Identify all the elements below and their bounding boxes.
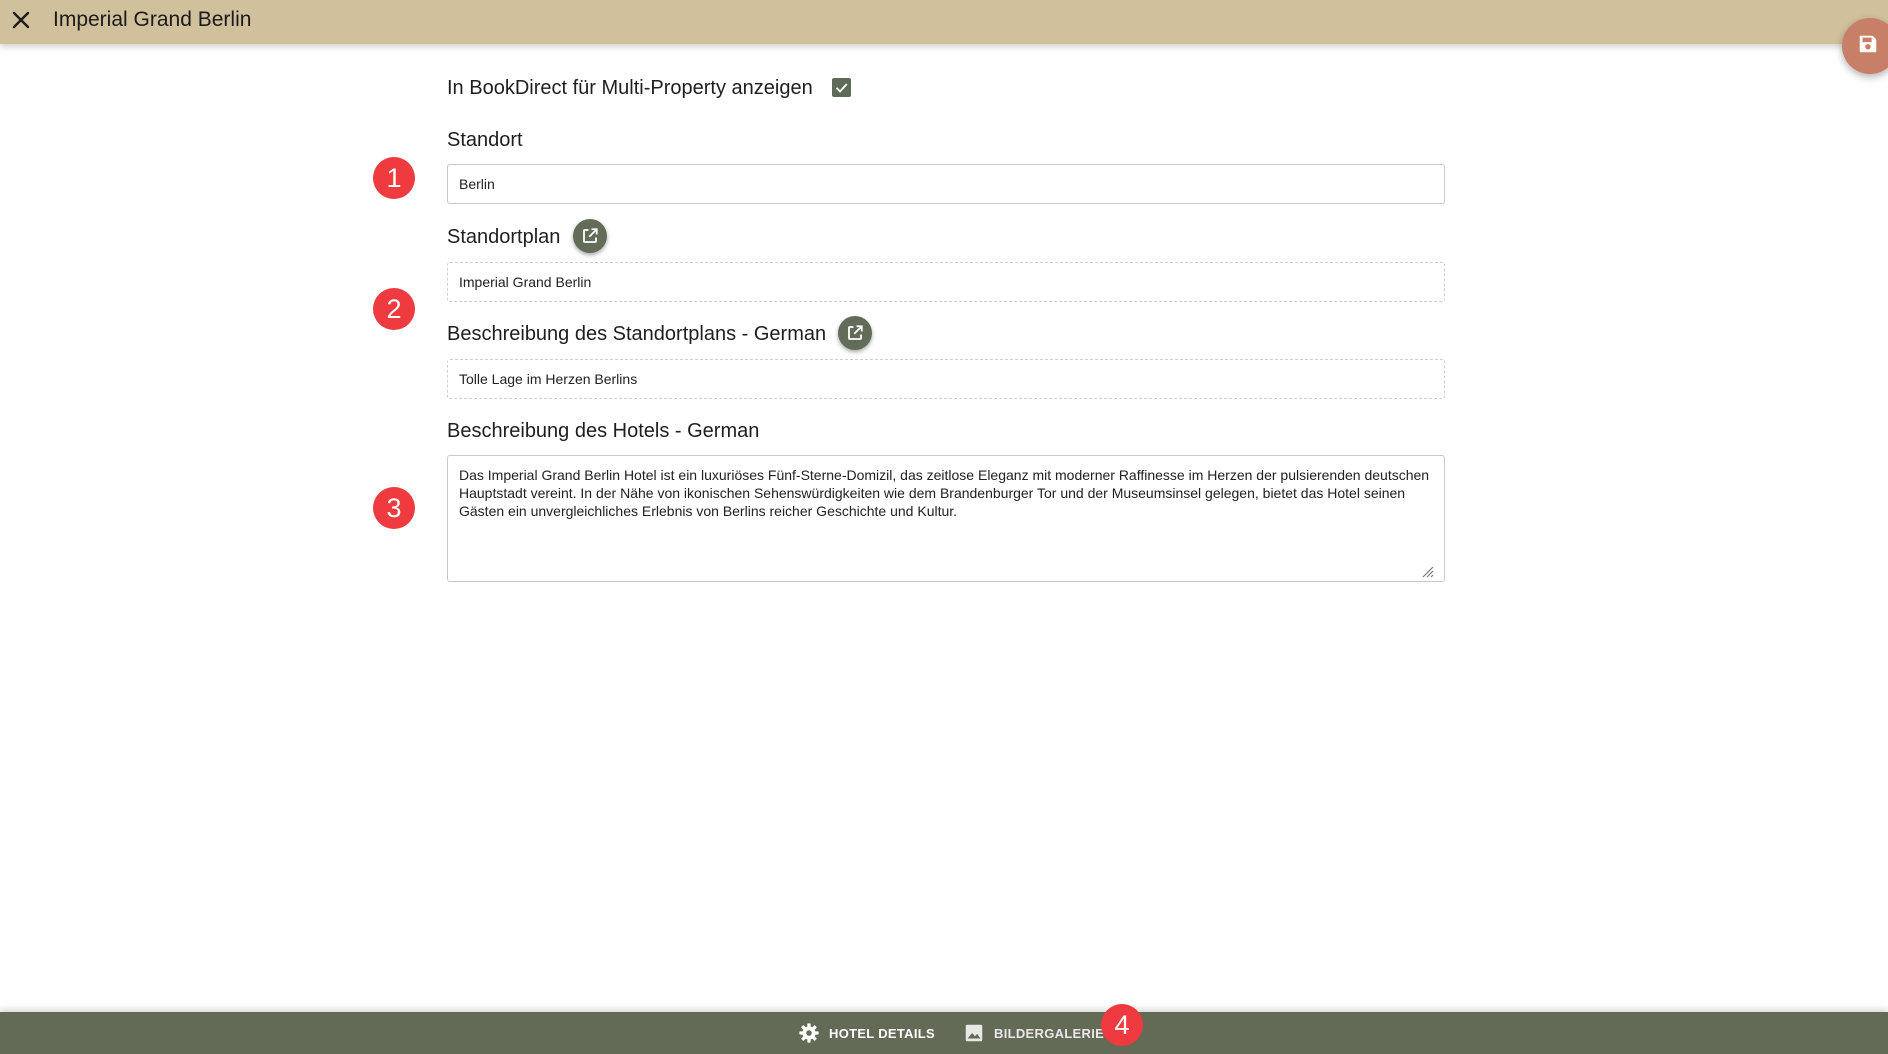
location-plan-description-open-button[interactable]	[838, 316, 872, 350]
save-button[interactable]	[1842, 18, 1888, 74]
tab-bildergalerie-label: BILDERGALERIE	[994, 1025, 1105, 1041]
location-plan-input[interactable]: Imperial Grand Berlin	[447, 262, 1445, 302]
save-icon	[1859, 35, 1877, 53]
close-icon[interactable]	[9, 8, 33, 32]
page-title: Imperial Grand Berlin	[53, 8, 252, 31]
hotel-description-value: Das Imperial Grand Berlin Hotel ist ein …	[459, 467, 1430, 519]
tab-hotel-details[interactable]: HOTEL DETAILS	[798, 1012, 935, 1054]
open-external-icon	[583, 228, 598, 243]
hotel-description-label: Beschreibung des Hotels - German	[447, 420, 760, 442]
tab-bildergalerie[interactable]: BILDERGALERIE	[963, 1012, 1104, 1054]
app-header: Imperial Grand Berlin	[0, 0, 1888, 44]
location-plan-value: Imperial Grand Berlin	[459, 274, 592, 290]
location-plan-label: Standortplan	[447, 226, 561, 248]
tab-hotel-details-label: HOTEL DETAILS	[829, 1025, 935, 1041]
resize-handle-icon[interactable]	[1420, 564, 1434, 578]
hotel-description-textarea[interactable]: Das Imperial Grand Berlin Hotel ist ein …	[447, 455, 1445, 582]
image-icon	[965, 1024, 983, 1042]
multi-property-checkbox[interactable]	[832, 78, 851, 97]
location-plan-open-button[interactable]	[573, 219, 607, 253]
marker-2: 2	[373, 288, 415, 330]
gear-icon	[799, 1023, 819, 1043]
bottom-navigation: HOTEL DETAILS BILDERGALERIE 4	[0, 1004, 1888, 1054]
marker-1: 1	[373, 157, 415, 199]
location-label: Standort	[447, 129, 523, 151]
marker-3: 3	[373, 487, 415, 529]
check-icon	[835, 83, 848, 93]
location-plan-description-value: Tolle Lage im Herzen Berlins	[459, 371, 638, 387]
location-input[interactable]: Berlin	[447, 164, 1445, 204]
open-external-icon	[848, 325, 863, 340]
multi-property-label: In BookDirect für Multi-Property anzeige…	[447, 77, 813, 99]
marker-4: 4	[1101, 1004, 1143, 1046]
location-input-value: Berlin	[459, 176, 495, 192]
location-plan-description-label: Beschreibung des Standortplans - German	[447, 323, 827, 345]
location-plan-description-input[interactable]: Tolle Lage im Herzen Berlins	[447, 359, 1445, 399]
